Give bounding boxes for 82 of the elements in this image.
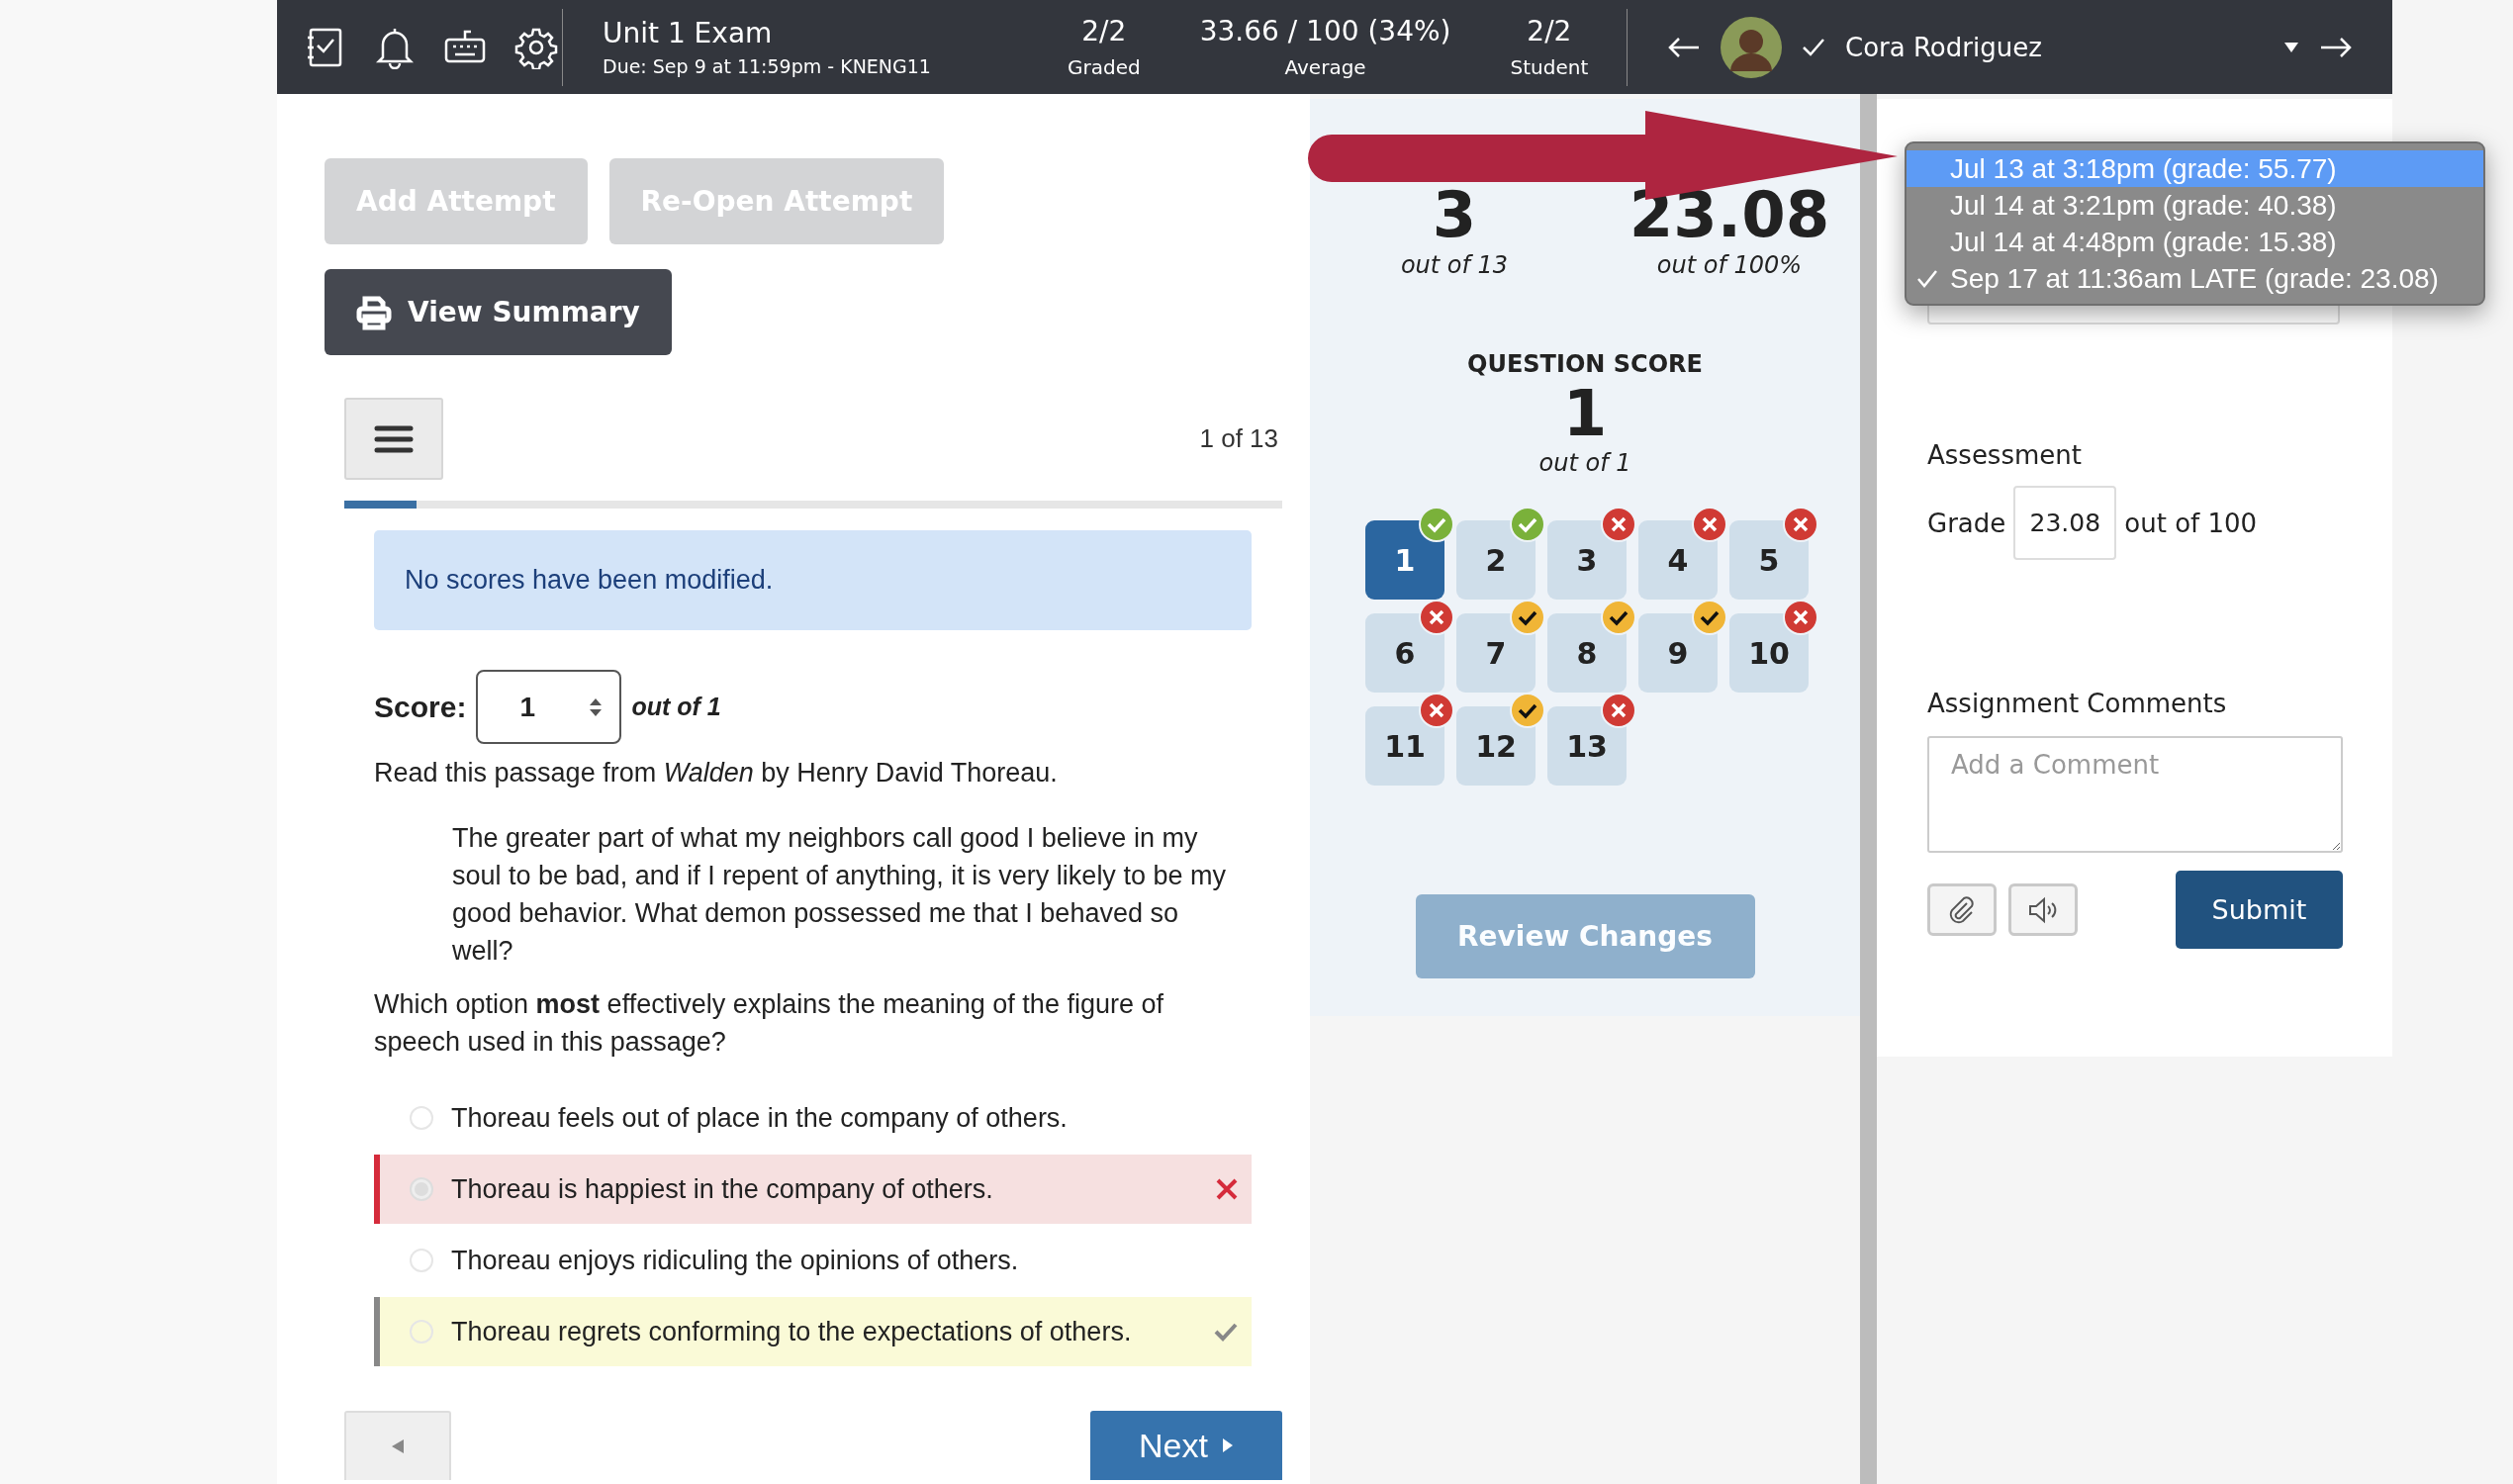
question-score: 1: [1562, 378, 1608, 449]
caret-icon[interactable]: [2283, 41, 2299, 53]
check-badge-icon: [1510, 600, 1545, 635]
radio-button[interactable]: [410, 1177, 433, 1201]
attach-button[interactable]: [1927, 883, 1997, 936]
avatar-icon: [1721, 16, 1782, 78]
view-summary-button[interactable]: View Summary: [325, 269, 672, 355]
stat-label: Graded: [1068, 55, 1141, 79]
passage-text: The greater part of what my neighbors call good I believe in my soul to be bad, and if I repent of anything, it is very likely to be my good behavior. What demon possessed me that I behaved so well?: [452, 822, 1227, 968]
score-label: Score:: [374, 690, 467, 724]
question-tile[interactable]: 8: [1547, 613, 1627, 693]
question-tile[interactable]: 12: [1456, 706, 1536, 786]
question-tile[interactable]: 3: [1547, 520, 1627, 600]
answer-option: Thoreau regrets conforming to the expectations of others.: [451, 1316, 1196, 1347]
stat-value: 33.66 / 100 (34%): [1199, 15, 1451, 47]
answer-option: Thoreau is happiest in the company of others.: [451, 1173, 1198, 1205]
comment-field[interactable]: Add a Comment: [1927, 736, 2343, 853]
passage-intro: Read this passage from Walden by Henry David Thoreau.: [374, 757, 1059, 789]
check-badge-icon: [1692, 600, 1727, 635]
speaker-icon: [2027, 895, 2059, 924]
question-score-caption: out of 1: [1538, 449, 1631, 477]
triangle-left-icon: [391, 1438, 405, 1454]
radio-button[interactable]: [410, 1106, 433, 1130]
check-badge-icon: [1601, 600, 1636, 635]
score-field[interactable]: 1: [476, 670, 622, 744]
check-badge-icon: [1510, 507, 1545, 542]
question-tile[interactable]: 6: [1365, 613, 1444, 693]
paperclip-icon: [1947, 894, 1977, 925]
cross-badge-icon: [1783, 507, 1818, 542]
grade-field[interactable]: 23.08: [2013, 486, 2117, 560]
cross-badge-icon: [1692, 507, 1727, 542]
cross-icon: [1216, 1178, 1238, 1200]
submit-button[interactable]: Submit: [2176, 871, 2343, 949]
cross-badge-icon: [1601, 507, 1636, 542]
question-tile[interactable]: 4: [1638, 520, 1718, 600]
menu-icon: [374, 423, 414, 454]
previous-student-icon[interactable]: [1667, 35, 1701, 59]
question-tile[interactable]: 10: [1729, 613, 1809, 693]
grade-label: Grade: [1927, 508, 2006, 538]
triangle-right-icon: [1221, 1438, 1234, 1453]
check-icon: [1214, 1322, 1238, 1342]
status-message: No scores have been modified.: [374, 530, 1252, 630]
section-title: Assessment: [1927, 440, 2083, 470]
due-date: Due: Sep 9 at 11:59pm - KNENG11: [603, 55, 932, 77]
cross-badge-icon: [1419, 693, 1454, 728]
question-tile[interactable]: 11: [1365, 706, 1444, 786]
stat-value: 2/2: [1527, 15, 1572, 47]
next-button[interactable]: Next: [1090, 1411, 1282, 1480]
score-out-of: out of 1: [631, 693, 721, 721]
question-tile[interactable]: 5: [1729, 520, 1809, 600]
question-tile[interactable]: 9: [1638, 613, 1718, 693]
cross-badge-icon: [1419, 600, 1454, 635]
answer-option: Thoreau enjoys ridiculing the opinions of others.: [451, 1245, 1252, 1276]
stat-label: Average: [1284, 55, 1366, 79]
percent-score: 23.08: [1629, 178, 1830, 251]
grade-out-of: out of 100: [2124, 508, 2258, 538]
percent-caption: out of 100%: [1656, 251, 1803, 279]
question-tile[interactable]: 13: [1547, 706, 1627, 786]
stat-label: Student: [1510, 55, 1589, 79]
section-title: QUESTION SCORE: [1467, 350, 1703, 378]
section-title: Assignment Comments: [1927, 689, 2228, 718]
cross-badge-icon: [1601, 693, 1636, 728]
check-badge-icon: [1419, 507, 1454, 542]
question-tile[interactable]: 7: [1456, 613, 1536, 693]
question-tile[interactable]: 1: [1365, 520, 1444, 600]
question-position: 1 of 13: [1199, 423, 1278, 454]
check-badge-icon: [1510, 693, 1545, 728]
question-text: Which option most effectively explains the meaning of the figure of speech used in this passage?: [374, 988, 1164, 1059]
check-icon: [1802, 37, 1825, 57]
total-score: 3: [1432, 178, 1477, 251]
audio-button[interactable]: [2008, 883, 2078, 936]
cross-badge-icon: [1783, 600, 1818, 635]
menu-button[interactable]: [344, 398, 443, 480]
next-student-icon[interactable]: [2319, 35, 2353, 59]
question-tile[interactable]: 2: [1456, 520, 1536, 600]
answer-option: Thoreau feels out of place in the company of others.: [451, 1102, 1252, 1134]
score-caption: out of 13: [1400, 251, 1509, 279]
assignment-title: Unit 1 Exam: [603, 17, 774, 49]
radio-button[interactable]: [410, 1249, 433, 1272]
stat-value: 2/2: [1081, 15, 1127, 47]
printer-icon: [356, 294, 392, 330]
student-name[interactable]: Cora Rodriguez: [1845, 32, 2264, 62]
